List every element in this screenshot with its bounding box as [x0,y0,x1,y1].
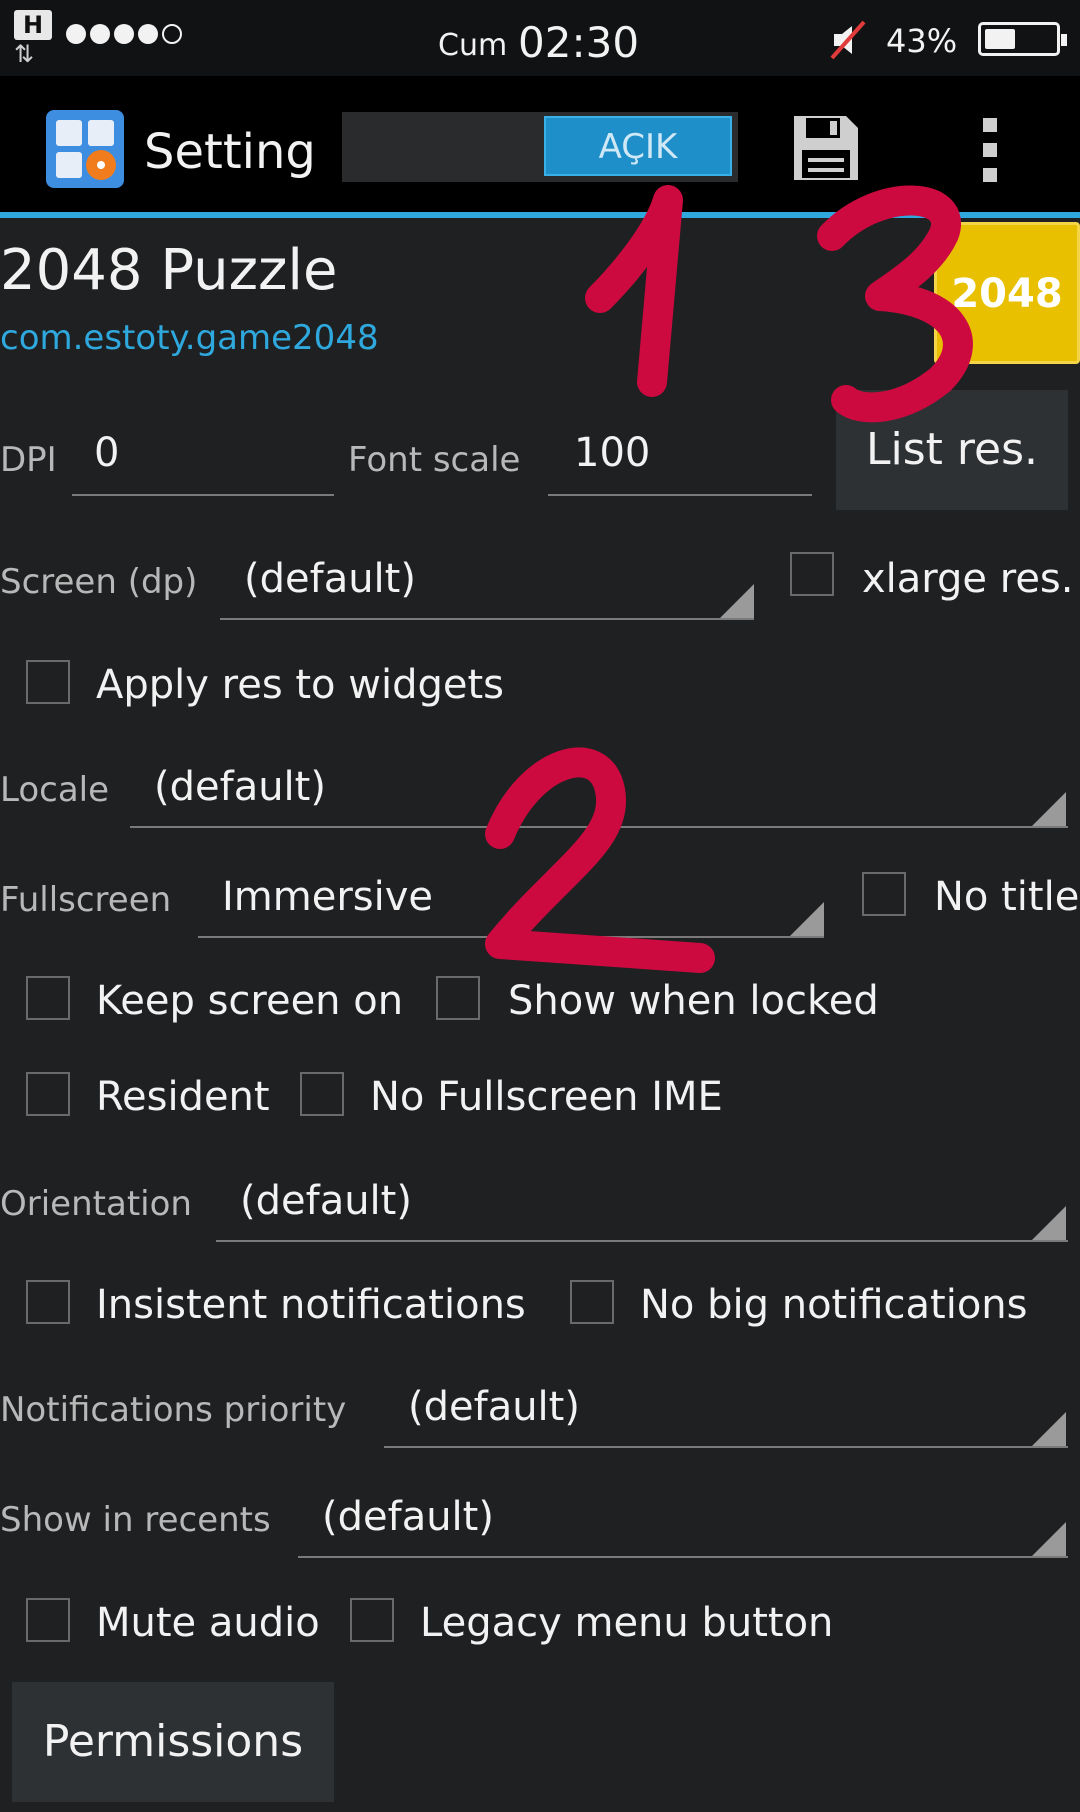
handwritten-annotations [485,185,973,973]
annotation-number-2 [485,747,715,973]
annotation-number-3 [817,185,973,423]
annotation-number-1 [585,185,683,397]
